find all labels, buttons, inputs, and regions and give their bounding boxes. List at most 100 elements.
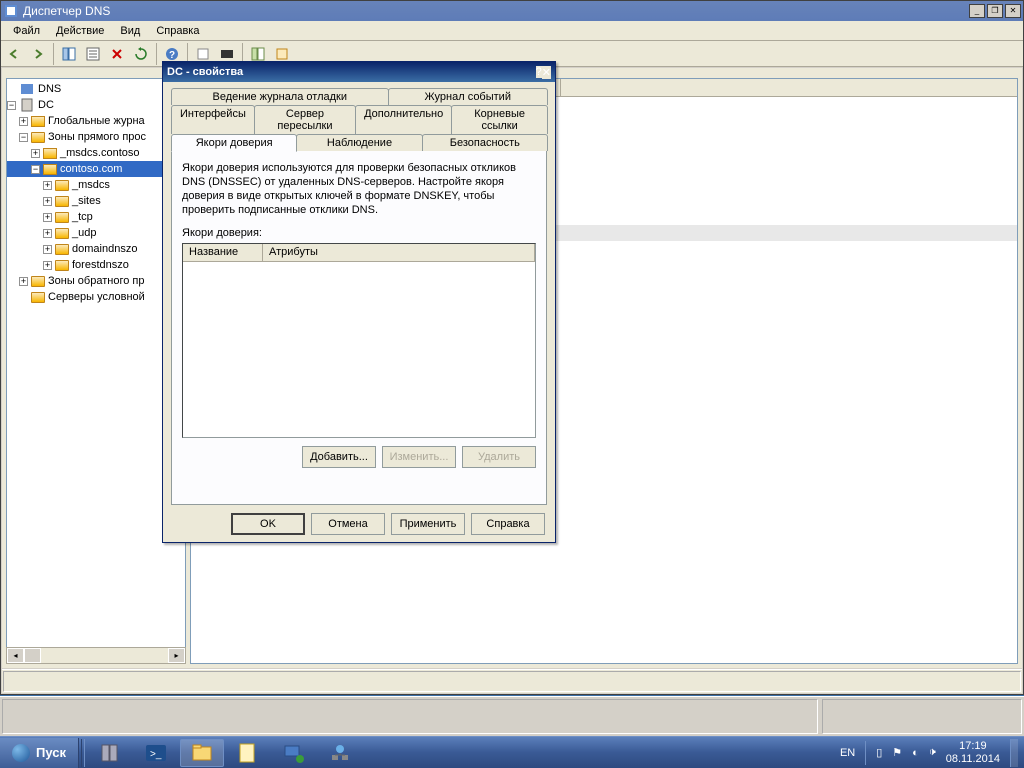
dialog-title: DC - свойства [167,66,536,78]
delete-button[interactable] [106,43,128,65]
tree-forestdns-folder[interactable]: +forestdnszo [7,257,185,273]
expand-icon[interactable]: + [43,197,52,206]
tab-forwarders[interactable]: Сервер пересылки [254,105,356,134]
menu-view[interactable]: Вид [112,23,148,39]
scroll-right-button[interactable]: ▸ [168,648,185,663]
svg-text:>_: >_ [150,749,162,760]
tree-root[interactable]: DNS [7,81,185,97]
tree-msdcs-folder[interactable]: +_msdcs [7,177,185,193]
separator [81,739,85,767]
scroll-thumb[interactable] [24,648,41,663]
collapse-icon[interactable]: − [7,101,16,110]
col-attributes[interactable]: Атрибуты [263,244,535,261]
task-explorer[interactable] [180,739,224,767]
button-row: Добавить... Изменить... Удалить [182,446,536,468]
clock[interactable]: 17:19 08.11.2014 [946,740,1000,766]
dialog-titlebar[interactable]: DC - свойства ? ✕ [163,62,555,82]
tab-debug-log[interactable]: Ведение журнала отладки [171,88,389,105]
folder-icon [31,292,45,303]
tray-flag-icon[interactable]: ▯ [876,746,882,759]
expand-icon[interactable]: + [43,229,52,238]
zone-icon [43,164,57,175]
clock-time: 17:19 [946,740,1000,753]
tree-dc[interactable]: −DC [7,97,185,113]
anchors-listbox[interactable]: Название Атрибуты [182,243,536,438]
tree-sites-folder[interactable]: +_sites [7,193,185,209]
windows-orb-icon [12,744,30,762]
tree-tcp-folder[interactable]: +_tcp [7,209,185,225]
help-button[interactable]: Справка [471,513,545,535]
tree-reverse-zones[interactable]: +Зоны обратного пр [7,273,185,289]
dialog-footer: OK Отмена Применить Справка [163,505,555,543]
svg-text:?: ? [169,50,175,61]
folder-icon [31,116,45,127]
tab-trust-anchors[interactable]: Якори доверия [171,134,297,152]
horizontal-scrollbar[interactable]: ◂ ▸ [6,647,186,664]
expand-icon[interactable]: + [43,213,52,222]
apply-button[interactable]: Применить [391,513,465,535]
tree-conditional-fwd[interactable]: Серверы условной [7,289,185,305]
titlebar[interactable]: Диспетчер DNS _ ❐ ✕ [1,1,1023,21]
show-hide-button[interactable] [58,43,80,65]
minimize-button[interactable]: _ [969,4,985,18]
tree-forward-zones[interactable]: −Зоны прямого прос [7,129,185,145]
tab-root-hints[interactable]: Корневые ссылки [451,105,548,134]
maximize-button[interactable]: ❐ [987,4,1003,18]
tab-event-log[interactable]: Журнал событий [388,88,549,105]
tab-content: Якори доверия используются для проверки … [171,150,547,505]
forward-button[interactable] [27,43,49,65]
folder-icon [55,212,69,223]
tree-msdcs-zone[interactable]: +_msdcs.contoso [7,145,185,161]
task-dns-manager[interactable] [318,739,362,767]
tree-domaindns-folder[interactable]: +domaindnszo [7,241,185,257]
separator [156,43,157,65]
scroll-left-button[interactable]: ◂ [7,648,24,663]
close-button[interactable]: ✕ [1005,4,1021,18]
menu-help[interactable]: Справка [148,23,207,39]
collapse-icon[interactable]: − [19,133,28,142]
app-icon [3,3,19,19]
expand-icon[interactable]: + [43,261,52,270]
tray-sound-icon[interactable]: 🕩 [929,746,936,759]
tray-action-icon[interactable]: ◐ [912,747,919,759]
expand-icon[interactable]: + [31,149,40,158]
expand-icon[interactable]: + [43,181,52,190]
menu-bar: Файл Действие Вид Справка [1,21,1023,41]
properties-button[interactable] [82,43,104,65]
tab-interfaces[interactable]: Интерфейсы [171,105,255,134]
task-powershell[interactable]: >_ [134,739,178,767]
tree-global-logs[interactable]: +Глобальные журна [7,113,185,129]
collapse-icon[interactable]: − [31,165,40,174]
tree-pane[interactable]: DNS −DC +Глобальные журна −Зоны прямого … [6,78,186,664]
menu-action[interactable]: Действие [48,23,112,39]
show-desktop-button[interactable] [1010,739,1018,767]
expand-icon[interactable]: + [19,117,28,126]
zone-icon [43,148,57,159]
task-network[interactable] [272,739,316,767]
add-button[interactable]: Добавить... [302,446,376,468]
language-indicator[interactable]: EN [840,747,855,759]
delete-button: Удалить [462,446,536,468]
tab-security[interactable]: Безопасность [422,134,548,151]
cancel-button[interactable]: Отмена [311,513,385,535]
tab-advanced[interactable]: Дополнительно [355,105,452,134]
tab-monitoring[interactable]: Наблюдение [296,134,422,151]
back-button[interactable] [3,43,25,65]
expand-icon[interactable]: + [19,277,28,286]
tree-udp-folder[interactable]: +_udp [7,225,185,241]
folder-icon [55,244,69,255]
expand-icon[interactable]: + [43,245,52,254]
refresh-button[interactable] [130,43,152,65]
start-label: Пуск [36,745,66,760]
system-tray: EN ▯ ⚑ ◐ 🕩 17:19 08.11.2014 [834,738,1024,768]
col-name[interactable]: Название [183,244,263,261]
menu-file[interactable]: Файл [5,23,48,39]
task-notepad[interactable] [226,739,270,767]
tray-flag2-icon[interactable]: ⚑ [892,746,902,759]
start-button[interactable]: Пуск [0,738,79,768]
tree-contoso-zone[interactable]: −contoso.com [7,161,185,177]
task-server-manager[interactable] [88,739,132,767]
close-button[interactable]: ✕ [542,66,551,79]
ok-button[interactable]: OK [231,513,305,535]
window-title: Диспетчер DNS [23,4,967,18]
